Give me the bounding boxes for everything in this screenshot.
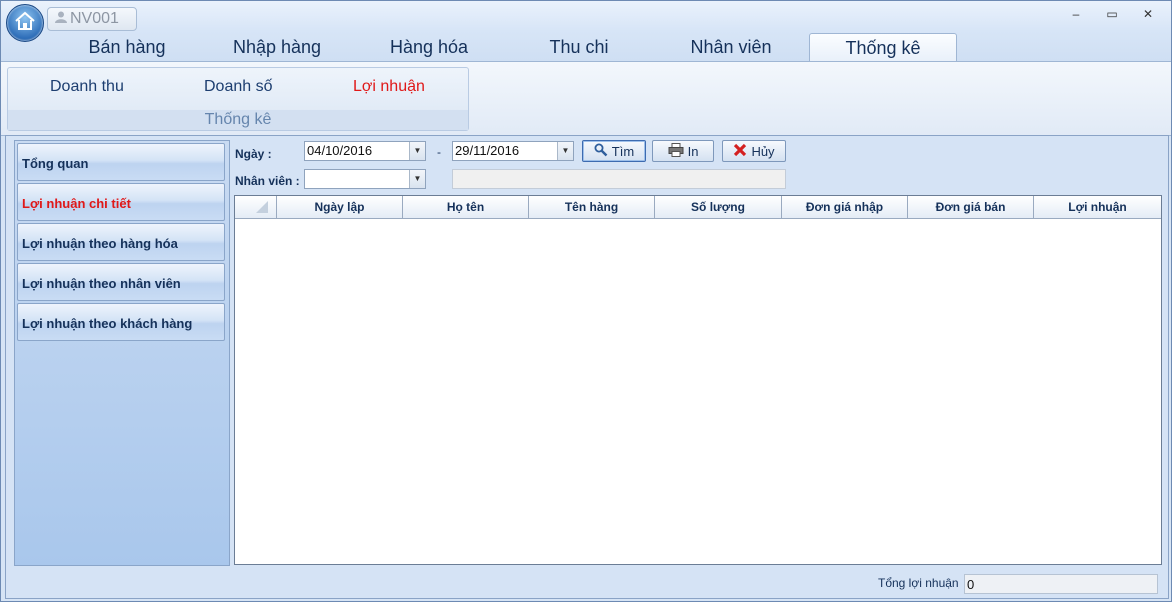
ribbon: Doanh thu Doanh số Lợi nhuận Thống kê: [1, 61, 1171, 136]
corner-triangle-icon: [255, 201, 268, 213]
close-button[interactable]: ✕: [1133, 5, 1163, 23]
print-button[interactable]: In: [652, 140, 714, 162]
nav-loi-nhuan-theo-khach-hang[interactable]: Lợi nhuận theo khách hàng: [17, 303, 225, 341]
cancel-button[interactable]: Hủy: [722, 140, 786, 162]
date-separator: -: [437, 145, 441, 159]
chevron-down-icon[interactable]: ▼: [409, 142, 425, 160]
main-window: NV001 – ▭ ✕ Bán hàng Nhập hàng Hàng hóa …: [0, 0, 1172, 602]
content-panel: Tổng quan Lợi nhuận chi tiết Lợi nhuận t…: [5, 135, 1169, 599]
nav-tong-quan[interactable]: Tổng quan: [17, 143, 225, 181]
user-icon: [54, 10, 68, 29]
chevron-down-icon[interactable]: ▼: [409, 170, 425, 188]
total-profit-label: Tổng lợi nhuận: [878, 576, 959, 590]
tab-nhap-hang[interactable]: Nhập hàng: [207, 33, 347, 61]
grid-column-don-gia-nhap[interactable]: Đơn giá nhập: [782, 196, 908, 218]
date-label: Ngày :: [235, 147, 272, 161]
grid-column-ten-hang[interactable]: Tên hàng: [529, 196, 655, 218]
grid-column-don-gia-ban[interactable]: Đơn giá bán: [908, 196, 1034, 218]
app-home-button[interactable]: [6, 4, 44, 42]
tab-thu-chi[interactable]: Thu chi: [509, 33, 649, 61]
ribbon-group-label: Thống kê: [8, 110, 468, 130]
home-icon: [14, 10, 36, 37]
employee-select[interactable]: ▼: [304, 169, 426, 189]
profit-detail-grid[interactable]: Ngày lập Họ tên Tên hàng Số lượng Đơn gi…: [234, 195, 1162, 565]
main-tab-bar: Bán hàng Nhập hàng Hàng hóa Thu chi Nhân…: [1, 31, 1171, 62]
date-to-value: 29/11/2016: [455, 143, 520, 158]
search-icon: [594, 143, 608, 160]
nav-loi-nhuan-theo-nhan-vien[interactable]: Lợi nhuận theo nhân viên: [17, 263, 225, 301]
ribbon-button-loi-nhuan[interactable]: Lợi nhuận: [353, 78, 425, 96]
title-bar: NV001 – ▭ ✕: [1, 1, 1171, 31]
date-to-picker[interactable]: 29/11/2016 ▼: [452, 141, 574, 161]
close-icon: [733, 143, 747, 160]
grid-column-ho-ten[interactable]: Họ tên: [403, 196, 529, 218]
grid-select-all-corner[interactable]: [235, 196, 277, 218]
ribbon-button-doanh-thu[interactable]: Doanh thu: [50, 78, 124, 96]
ribbon-button-doanh-so[interactable]: Doanh số: [204, 78, 273, 96]
maximize-button[interactable]: ▭: [1097, 5, 1127, 23]
printer-icon: [668, 142, 684, 160]
nav-loi-nhuan-theo-hang-hoa[interactable]: Lợi nhuận theo hàng hóa: [17, 223, 225, 261]
chevron-down-icon[interactable]: ▼: [557, 142, 573, 160]
user-chip: NV001: [47, 7, 137, 31]
nav-loi-nhuan-chi-tiet[interactable]: Lợi nhuận chi tiết: [17, 183, 225, 221]
report-nav-panel: Tổng quan Lợi nhuận chi tiết Lợi nhuận t…: [14, 140, 230, 566]
tab-hang-hoa[interactable]: Hàng hóa: [359, 33, 499, 61]
employee-name-field: [452, 169, 786, 189]
employee-label: Nhân viên :: [235, 174, 300, 188]
date-from-value: 04/10/2016: [307, 143, 373, 158]
grid-column-loi-nhuan[interactable]: Lợi nhuận: [1034, 196, 1161, 218]
ribbon-group-thong-ke: Doanh thu Doanh số Lợi nhuận Thống kê: [7, 67, 469, 131]
cancel-button-label: Hủy: [751, 143, 775, 159]
search-button[interactable]: Tìm: [582, 140, 646, 162]
print-button-label: In: [687, 143, 699, 159]
date-from-picker[interactable]: 04/10/2016 ▼: [304, 141, 426, 161]
tab-nhan-vien[interactable]: Nhân viên: [661, 33, 801, 61]
grid-column-ngay-lap[interactable]: Ngày lập: [277, 196, 403, 218]
username: NV001: [70, 10, 119, 27]
minimize-button[interactable]: –: [1061, 5, 1091, 23]
grid-header: Ngày lập Họ tên Tên hàng Số lượng Đơn gi…: [235, 196, 1161, 219]
total-profit-field: 0: [964, 574, 1158, 594]
tab-thong-ke[interactable]: Thống kê: [809, 33, 957, 62]
search-button-label: Tìm: [611, 143, 635, 159]
grid-column-so-luong[interactable]: Số lượng: [655, 196, 782, 218]
tab-ban-hang[interactable]: Bán hàng: [57, 33, 197, 61]
